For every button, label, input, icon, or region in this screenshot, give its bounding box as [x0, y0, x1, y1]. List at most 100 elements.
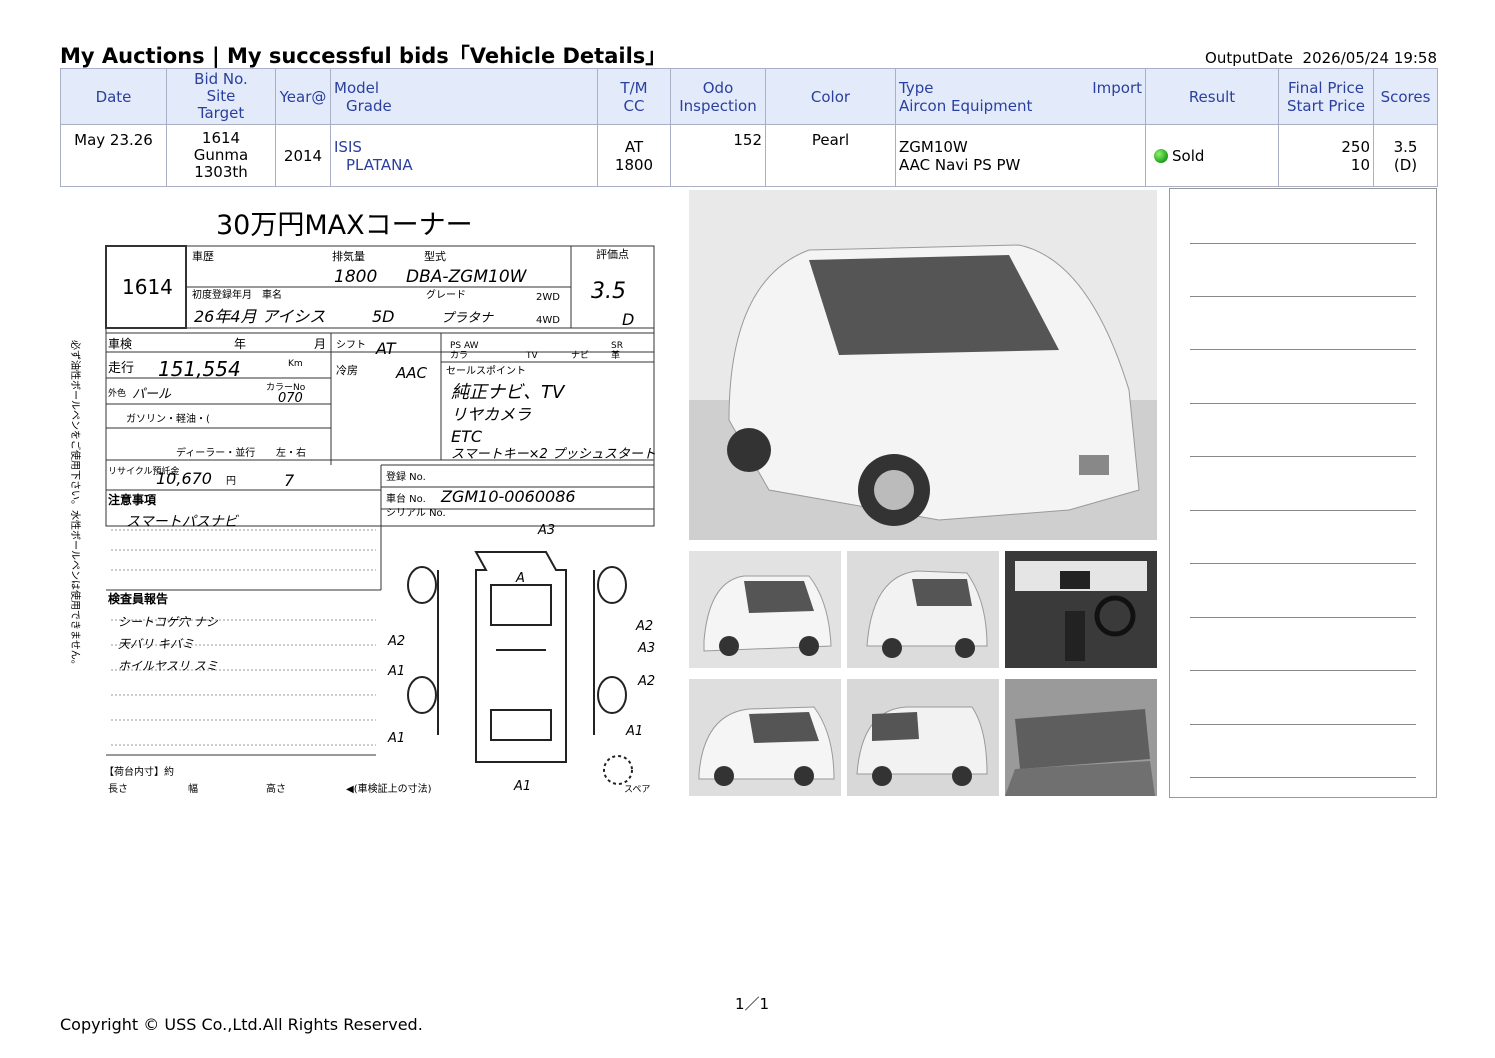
front-left-thumb[interactable] — [689, 551, 841, 668]
col-bid: Bid No. Site Target — [166, 68, 276, 125]
sheet-km-label: Km — [288, 359, 303, 369]
sheet-shift: AT — [375, 339, 397, 358]
sheet-shift-label: シフト — [336, 340, 366, 351]
cell-grade: PLATANA — [346, 155, 413, 174]
note-line — [1190, 563, 1416, 564]
sheet-cabin: カラ — [450, 350, 468, 361]
sheet-length-label: 長さ — [108, 783, 128, 795]
sheet-mileage-label: 走行 — [108, 361, 134, 376]
sheet-damage-a3: A3 — [537, 523, 555, 538]
col-aircon-label: Aircon Equipment — [899, 96, 1033, 115]
sheet-registration-label: 登録 No. — [386, 470, 426, 483]
sheet-inspector-line-2: 天バリ キバミ — [118, 637, 194, 651]
sheet-yen-label: 円 — [226, 476, 236, 487]
sheet-lot-number: 1614 — [122, 275, 173, 299]
col-type-label: Type — [899, 78, 934, 97]
sheet-inspector-line-1: シートコゲ穴 ナシ — [118, 615, 219, 629]
cell-color: Pearl — [765, 124, 896, 187]
notes-panel — [1169, 188, 1437, 798]
sheet-month-label: 月 — [314, 337, 326, 351]
sheet-dealer-label: ディーラー・並行 — [176, 446, 255, 459]
col-price: Final Price Start Price — [1278, 68, 1374, 125]
sheet-mileage: 151,554 — [158, 357, 241, 381]
cell-type-value: ZGM10W — [899, 137, 968, 156]
sheet-damage-a1-right: A1 — [625, 724, 643, 739]
interior-dash-thumb[interactable] — [1005, 551, 1157, 668]
car-photo-illustration — [689, 190, 1157, 540]
sheet-sales-point-1: 純正ナビ、TV — [451, 382, 566, 403]
rear-right-thumb[interactable] — [847, 679, 999, 796]
note-line — [1190, 349, 1416, 350]
cell-tm-value: AT — [624, 137, 644, 156]
auction-sheet-image[interactable]: 30万円MAXコーナー 1614 車歴 排気量 型式 評価点 1800 DBA-… — [66, 190, 678, 798]
note-line — [1190, 510, 1416, 511]
cell-odo: 152 — [670, 124, 766, 187]
col-model: Model Grade — [330, 68, 598, 125]
note-line — [1190, 670, 1416, 671]
sheet-model-code: DBA-ZGM10W — [406, 267, 528, 287]
main-car-photo[interactable] — [689, 190, 1157, 540]
sheet-year-label: 年 — [234, 337, 246, 351]
col-final-price-label: Final Price — [1288, 78, 1364, 97]
sheet-model-label: 型式 — [424, 249, 446, 263]
sheet-sr: SR — [611, 341, 623, 351]
sheet-inspection-label: 車検 — [108, 337, 132, 351]
sheet-damage-a2-2: A2 — [637, 674, 655, 689]
rear-seats-thumb[interactable] — [1005, 679, 1157, 796]
sheet-serial-label: シリアル No. — [386, 508, 446, 519]
sheet-tv: TV — [525, 351, 538, 361]
cell-final-price: 250 — [1341, 137, 1370, 156]
col-import-label: Import — [1092, 78, 1142, 97]
sheet-height-label: 高さ — [266, 782, 286, 795]
col-start-price-label: Start Price — [1286, 96, 1365, 115]
col-scores: Scores — [1373, 68, 1438, 125]
sheet-score-label: 評価点 — [596, 247, 629, 261]
cell-target: 1303th — [194, 163, 248, 181]
thumb-illustration-5 — [847, 679, 999, 796]
col-type: Type Import Aircon Equipment — [895, 68, 1146, 125]
note-line — [1190, 243, 1416, 244]
sheet-exhaust-label: 排気量 — [332, 249, 365, 263]
cell-cc-value: 1800 — [614, 155, 654, 174]
cell-score-sub: (D) — [1393, 155, 1418, 174]
sheet-2wd-label: 2WD — [536, 292, 560, 303]
rear-left-thumb[interactable] — [847, 551, 999, 668]
sheet-damage-a2: A2 — [635, 619, 653, 634]
vehicle-table: Date Bid No. Site Target Year@ Model Gra… — [60, 68, 1438, 187]
cell-type: ZGM10W AAC Navi PS PW — [895, 124, 1146, 187]
cell-start-price: 10 — [1350, 155, 1370, 174]
thumb-illustration-6 — [1005, 679, 1157, 796]
copyright: Copyright © USS Co.,Ltd.All Rights Reser… — [60, 1015, 423, 1034]
thumb-illustration-3 — [1005, 551, 1157, 668]
col-odo-label: Odo — [702, 78, 734, 97]
note-line — [1190, 403, 1416, 404]
sheet-chassis-label: 車台 No. — [386, 492, 426, 505]
sheet-interior-score: D — [622, 310, 634, 329]
sheet-4wd-label: 4WD — [536, 315, 560, 326]
cell-price: 250 10 — [1278, 124, 1374, 187]
note-line — [1190, 777, 1416, 778]
output-date-value: 2026/05/24 19:58 — [1302, 49, 1437, 67]
col-color: Color — [765, 68, 896, 125]
col-year: Year@ — [275, 68, 331, 125]
sheet-grade: プラタナ — [441, 311, 494, 326]
sheet-cargo-label: 【荷台内寸】約 — [104, 765, 174, 778]
sheet-damage-a-1: A — [515, 571, 525, 586]
table-row: May 23.26 1614 Gunma 1303th 2014 ISIS PL… — [60, 124, 1438, 187]
sheet-aircon: AAC — [395, 364, 428, 382]
sheet-car-name: アイシス — [262, 307, 325, 326]
note-line — [1190, 724, 1416, 725]
front-left-angle-thumb[interactable] — [689, 679, 841, 796]
sheet-outer-color-label: 外色 — [108, 387, 126, 399]
sheet-grade-label: グレード — [426, 288, 466, 301]
sheet-aircon-label: 冷房 — [336, 364, 358, 377]
sheet-first-reg-label: 初度登録年月 — [192, 288, 252, 301]
col-tm: T/M CC — [597, 68, 671, 125]
sheet-damage-a1-left-2: A1 — [387, 731, 405, 746]
col-cc-label: CC — [623, 96, 645, 115]
cell-result: Sold — [1145, 124, 1279, 187]
sheet-score: 3.5 — [591, 279, 626, 304]
sheet-damage-a1-left: A1 — [387, 664, 405, 679]
sheet-side-text: 必ず油性ボールペンをご使用下さい。水性ボールペンは使用できません。 — [69, 340, 82, 670]
cell-date: May 23.26 — [60, 124, 167, 187]
